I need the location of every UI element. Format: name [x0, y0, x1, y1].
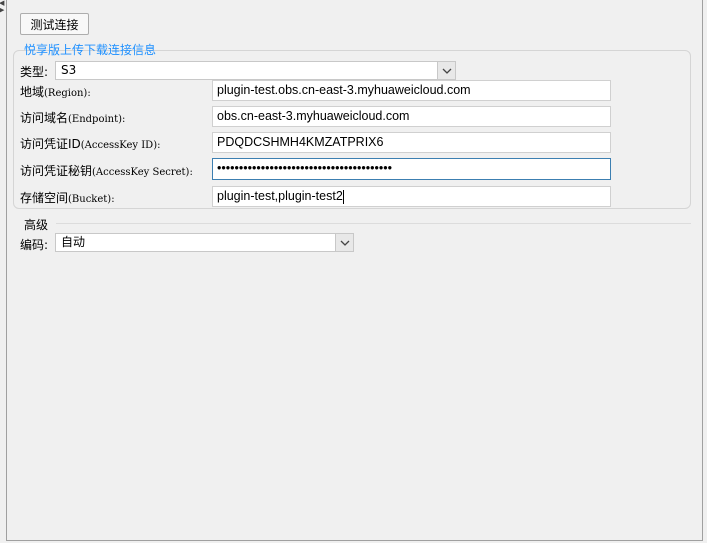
encoding-select[interactable]: 自动 [55, 233, 354, 252]
type-select-value: S3 [61, 63, 77, 77]
bucket-input-value: plugin-test,plugin-test2 [217, 189, 343, 203]
accesskey-id-input[interactable]: PDQDCSHMH4KMZATPRIX6 [212, 132, 611, 153]
accesskey-id-label: 访问凭证ID(AccessKey ID): [20, 137, 161, 151]
encoding-label: 编码: [20, 238, 49, 252]
region-input[interactable]: plugin-test.obs.cn-east-3.myhuaweicloud.… [212, 80, 611, 101]
accesskey-secret-input[interactable]: •••••••••••••••••••••••••••••••••••••••• [212, 158, 611, 180]
test-connection-button[interactable]: 测试连接 [20, 13, 89, 35]
region-label: 地域(Region): [20, 85, 91, 99]
type-select[interactable]: S3 [55, 61, 456, 80]
chevron-down-icon[interactable] [335, 234, 353, 251]
advanced-divider [56, 223, 691, 224]
encoding-select-value: 自动 [61, 235, 86, 249]
bucket-input[interactable]: plugin-test,plugin-test2 [212, 186, 611, 207]
chevron-down-icon[interactable] [437, 62, 455, 79]
text-caret [342, 189, 344, 204]
type-label: 类型: [20, 65, 49, 79]
connection-group-title: 悦享版上传下载连接信息 [24, 43, 157, 57]
accesskey-secret-label: 访问凭证秘钥(AccessKey Secret): [20, 164, 193, 178]
advanced-section-title: 高级 [24, 218, 49, 232]
bucket-label: 存储空间(Bucket): [20, 191, 115, 205]
endpoint-input[interactable]: obs.cn-east-3.myhuaweicloud.com [212, 106, 611, 127]
endpoint-label: 访问域名(Endpoint): [20, 111, 126, 125]
